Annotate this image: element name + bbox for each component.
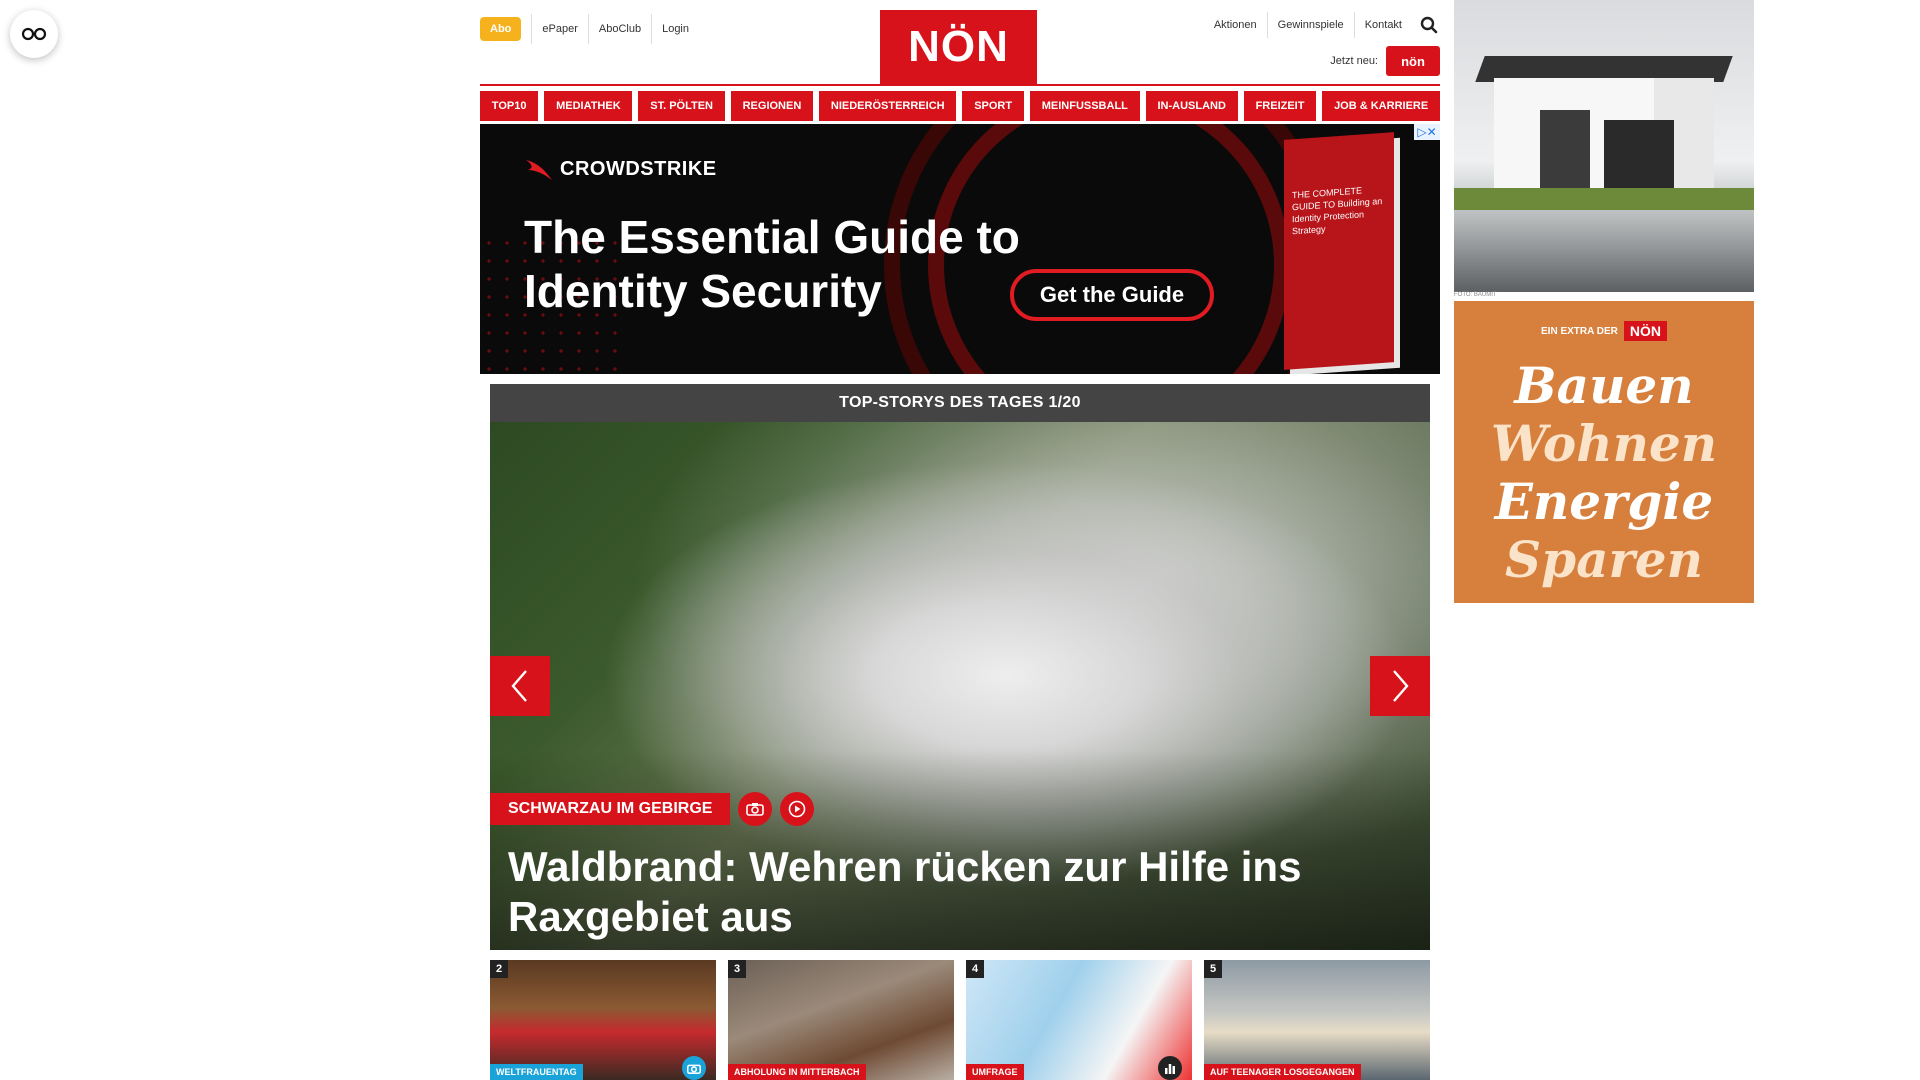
aktionen-link[interactable]: Aktionen (1204, 12, 1267, 38)
story-teasers: 2 WELTFRAUENTAG 3 ABHOLUNG IN MITTERBACH… (490, 960, 1430, 1080)
main-nav: TOP10 MEDIATHEK ST. PÖLTEN REGIONEN NIED… (480, 91, 1440, 121)
lawn-graphic (1454, 188, 1754, 210)
jetzt-neu-promo: Jetzt neu: nön (1330, 46, 1440, 76)
teaser-label: UMFRAGE (966, 1064, 1024, 1080)
ad-book-image: THE COMPLETE GUIDE TO Building an Identi… (1284, 132, 1394, 370)
jetzt-neu-badge[interactable]: nön (1386, 46, 1440, 76)
teaser-label: ABHOLUNG IN MITTERBACH (728, 1064, 866, 1080)
reader-mode-button[interactable] (10, 10, 58, 58)
search-icon[interactable] (1418, 14, 1440, 36)
nav-item-niederoesterreich[interactable]: NIEDERÖSTERREICH (819, 91, 957, 121)
jetzt-neu-label: Jetzt neu: (1330, 55, 1378, 67)
teaser-number: 3 (728, 960, 746, 978)
ad-choices-icon[interactable]: ▷✕ (1414, 124, 1440, 140)
ad-extra-label: EIN EXTRA DER (1541, 325, 1618, 337)
ad-brand-name: CROWDSTRIKE (560, 157, 717, 180)
carousel-prev-button[interactable] (490, 656, 550, 716)
teaser-number: 2 (490, 960, 508, 978)
play-video-icon (780, 792, 815, 826)
photo-credit: FOTO: BAUMIT (1454, 292, 1497, 298)
crowdstrike-ad-banner[interactable]: ▷✕ CROWDSTRIKE The Essential Guide to Id… (480, 124, 1440, 374)
ad-book-title: THE COMPLETE GUIDE TO Building an Identi… (1292, 185, 1383, 237)
nav-item-job-karriere[interactable]: JOB & KARRIERE (1322, 91, 1440, 121)
sidebar-ad-bauen-wohnen[interactable]: EIN EXTRA DER NÖN Bauen Wohnen Energie S… (1454, 301, 1754, 603)
house-garage-graphic (1604, 120, 1674, 188)
teaser-card[interactable]: 5 AUF TEENAGER LOSGEGANGEN (1204, 960, 1430, 1080)
glasses-icon (21, 27, 47, 41)
teaser-label: WELTFRAUENTAG (490, 1064, 583, 1080)
ad-brand: CROWDSTRIKE (524, 156, 717, 182)
ad-word-wohnen: Wohnen (1490, 414, 1718, 473)
ad-word-sparen: Sparen (1505, 530, 1703, 589)
nav-item-mediathek[interactable]: MEDIATHEK (544, 91, 633, 121)
teaser-number: 4 (966, 960, 984, 978)
header-divider (480, 84, 1440, 86)
epaper-link[interactable]: ePaper (531, 14, 587, 44)
camera-icon (682, 1056, 706, 1080)
nav-item-in-ausland[interactable]: IN-AUSLAND (1145, 91, 1238, 121)
hero-story[interactable]: SCHWARZAU IM GEBIRGE Waldbrand: Wehren r… (490, 422, 1430, 950)
utility-nav-right: Aktionen Gewinnspiele Kontakt (1204, 12, 1440, 38)
top-stories-carousel: TOP-STORYS DES TAGES 1/20 SCHWARZAU IM G… (490, 384, 1430, 950)
hero-headline[interactable]: Waldbrand: Wehren rücken zur Hilfe ins R… (508, 842, 1388, 942)
hero-tag-row: SCHWARZAU IM GEBIRGE (490, 792, 815, 826)
carousel-next-button[interactable] (1370, 656, 1430, 716)
nav-item-meinfussball[interactable]: MEINFUSSBALL (1029, 91, 1140, 121)
teaser-card[interactable]: 2 WELTFRAUENTAG (490, 960, 716, 1080)
hero-location-tag[interactable]: SCHWARZAU IM GEBIRGE (490, 793, 731, 825)
chevron-right-icon (1393, 670, 1409, 702)
gewinnspiele-link[interactable]: Gewinnspiele (1266, 12, 1354, 38)
teaser-card[interactable]: 4 UMFRAGE (966, 960, 1192, 1080)
camera-icon (738, 792, 773, 826)
house-window-graphic (1540, 110, 1590, 188)
login-link[interactable]: Login (651, 14, 699, 44)
ad-headline: The Essential Guide to Identity Security (524, 211, 1020, 317)
utility-nav-left: Abo ePaper AboClub Login (480, 14, 699, 44)
nav-item-sport[interactable]: SPORT (962, 91, 1024, 121)
ad-cta-button[interactable]: Get the Guide (1010, 269, 1214, 321)
nav-item-top10[interactable]: TOP10 (480, 91, 539, 121)
ad-word-energie: Energie (1494, 472, 1714, 531)
ad-extra-label-row: EIN EXTRA DER NÖN (1454, 321, 1754, 341)
site-logo[interactable]: NÖN (880, 10, 1037, 84)
teaser-card[interactable]: 3 ABHOLUNG IN MITTERBACH (728, 960, 954, 1080)
falcon-logo-icon (526, 160, 552, 180)
bar-chart-icon (1158, 1056, 1182, 1080)
nav-item-st-poelten[interactable]: ST. PÖLTEN (638, 91, 725, 121)
mini-logo: NÖN (1623, 321, 1667, 341)
abo-button[interactable]: Abo (480, 17, 522, 41)
teaser-label: AUF TEENAGER LOSGEGANGEN (1204, 1064, 1361, 1080)
nav-item-regionen[interactable]: REGIONEN (730, 91, 814, 121)
ad-word-bauen: Bauen (1514, 356, 1694, 415)
nav-item-freizeit[interactable]: FREIZEIT (1243, 91, 1317, 121)
sidebar-ad-house[interactable] (1454, 0, 1754, 292)
teaser-number: 5 (1204, 960, 1222, 978)
chevron-left-icon (511, 670, 527, 702)
kontakt-link[interactable]: Kontakt (1353, 12, 1412, 38)
aboclub-link[interactable]: AboClub (587, 14, 651, 44)
carousel-header: TOP-STORYS DES TAGES 1/20 (490, 384, 1430, 422)
